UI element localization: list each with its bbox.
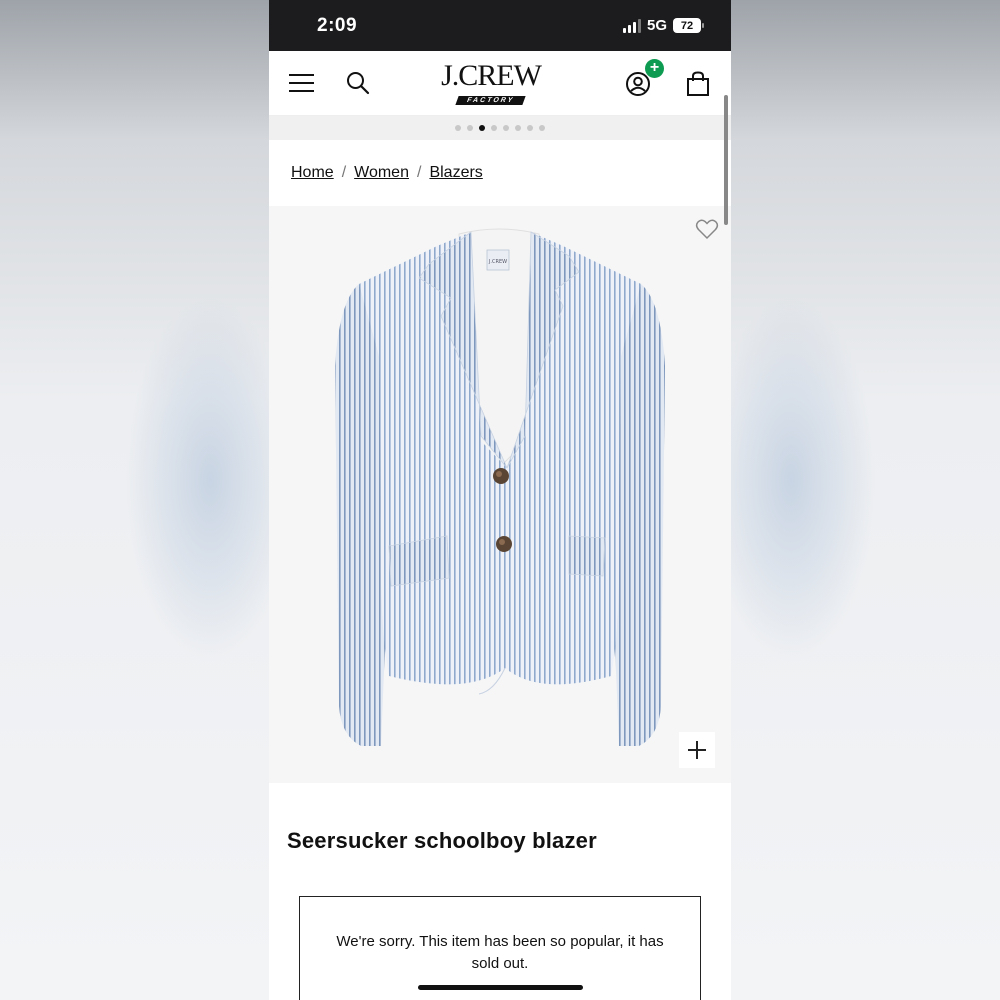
status-indicators: 5G 72	[622, 17, 704, 34]
menu-icon[interactable]	[289, 74, 314, 92]
carousel-dot[interactable]	[503, 125, 509, 131]
backdrop-right	[731, 0, 1000, 1000]
breadcrumb-home[interactable]: Home	[291, 164, 334, 206]
carousel-dot[interactable]	[539, 125, 545, 131]
network-label: 5G	[646, 17, 667, 34]
breadcrumb: Home / Women / Blazers	[269, 140, 731, 206]
product-image[interactable]: J.CREW	[269, 206, 731, 783]
battery-icon: 72	[673, 18, 704, 33]
breadcrumb-blazers[interactable]: Blazers	[429, 164, 482, 206]
status-time: 2:09	[317, 15, 358, 36]
carousel-dot[interactable]	[527, 125, 533, 131]
breadcrumb-separator: /	[341, 164, 347, 181]
wishlist-heart-icon[interactable]	[695, 218, 719, 240]
breadcrumb-separator: /	[416, 164, 422, 181]
status-bar: 2:09 5G 72	[269, 0, 731, 51]
account-plus-badge: +	[645, 59, 664, 78]
zoom-button[interactable]	[679, 732, 715, 768]
scrollbar[interactable]	[724, 95, 728, 225]
backdrop-left	[0, 0, 269, 1000]
carousel-dot[interactable]	[515, 125, 521, 131]
plus-icon	[688, 741, 706, 759]
carousel-dot-active[interactable]	[479, 125, 485, 131]
bag-icon[interactable]	[686, 71, 710, 97]
site-header: J.CREW FACTORY +	[269, 51, 731, 116]
signal-icon	[622, 18, 641, 33]
home-indicator[interactable]	[418, 985, 583, 990]
phone-screen: 2:09 5G 72 J.CREW FACTORY + Home / Women…	[269, 0, 731, 1000]
carousel-dots	[269, 116, 731, 140]
product-title: Seersucker schoolboy blazer	[287, 828, 597, 853]
search-icon[interactable]	[345, 70, 371, 96]
carousel-dot[interactable]	[455, 125, 461, 131]
jcrew-factory-logo[interactable]: J.CREW FACTORY	[437, 59, 545, 105]
blazer-illustration: J.CREW	[335, 228, 665, 746]
sold-out-message: We're sorry. This item has been so popul…	[336, 933, 664, 972]
carousel-dot[interactable]	[491, 125, 497, 131]
logo-subtext: FACTORY	[455, 96, 527, 105]
breadcrumb-women[interactable]: Women	[354, 164, 409, 206]
carousel-dot[interactable]	[467, 125, 473, 131]
logo-text: J.CREW	[441, 59, 542, 92]
jacket-label-text: J.CREW	[488, 259, 507, 265]
